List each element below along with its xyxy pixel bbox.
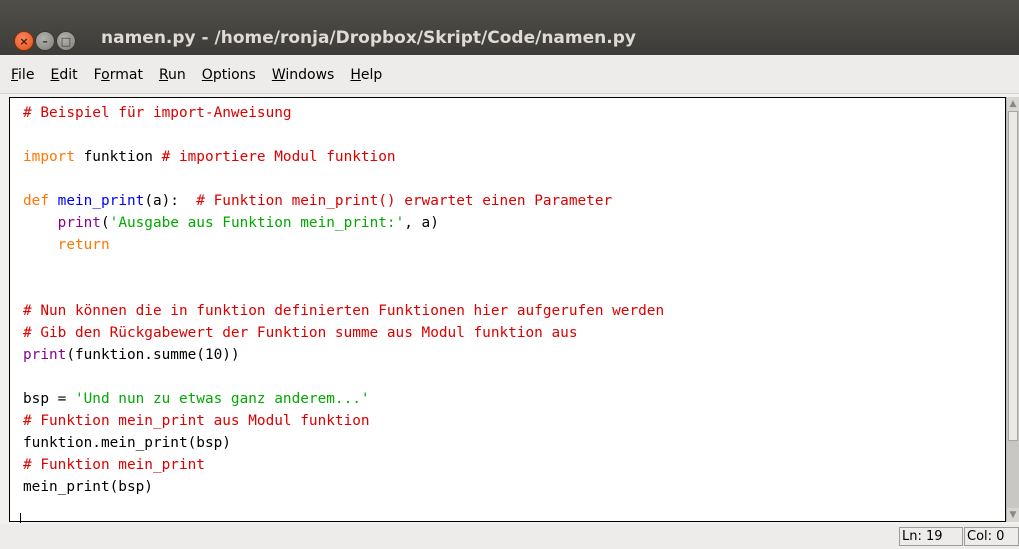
menu-item-text: ptions [212,66,256,83]
menu-item-3[interactable]: Format [91,65,146,85]
scroll-down-arrow-icon[interactable]: ▼ [1007,508,1019,522]
code-token-comment: # Funktion mein_print aus Modul funktion [23,413,370,429]
scroll-thumb[interactable] [1008,111,1018,441]
code-token-string: 'Ausgabe aus Funktion mein_print:' [109,215,405,231]
code-token-normal: funktion.mein_print(bsp) [23,435,231,451]
code-line: # Funktion mein_print aus Modul funktion [23,410,664,432]
menu-mnemonic: R [158,66,169,83]
menu-item-2[interactable]: Edit [47,65,80,85]
window-maximize-button[interactable]: □ [56,31,76,51]
menu-item-text: F [93,66,102,83]
text-cursor [20,513,21,523]
menu-item-7[interactable]: Help [347,65,385,85]
code-line: return [23,234,664,256]
code-line: print(funktion.summe(10)) [23,344,664,366]
code-line: # Beispiel für import-Anweisung [23,102,664,124]
code-token-normal: bsp = [23,391,75,407]
menu-mnemonic: W [271,66,286,83]
menu-item-text: indows [285,66,335,83]
code-token-normal [23,237,58,253]
code-line: # Funktion mein_print [23,454,664,476]
code-token-string: 'Und nun zu etwas ganz anderem...' [74,391,370,407]
menu-bar: File Edit Format Run Options Windows Help [0,56,1019,94]
menu-item-5[interactable]: Options [199,65,259,85]
minimize-icon: – [42,34,48,48]
code-token-keyword: def [23,193,49,209]
code-line: funktion.mein_print(bsp) [23,432,664,454]
code-line: mein_print(bsp) [23,476,664,498]
code-token-normal: funktion [74,149,162,165]
code-text-area[interactable]: # Beispiel für import-Anweisung import fu… [23,102,664,498]
code-token-comment: # importiere Modul funktion [161,149,396,165]
code-token-comment: # Gib den Rückgabewert der Funktion summ… [23,325,578,341]
code-token-normal: ( [100,215,110,231]
menu-item-4[interactable]: Run [156,65,189,85]
code-line: import funktion # importiere Modul funkt… [23,146,664,168]
menu-mnemonic: H [350,66,361,83]
menu-item-text: elp [360,66,383,83]
code-token-keyword: return [57,237,110,253]
window-close-button[interactable]: × [14,31,34,51]
code-token-normal: , a) [404,215,439,231]
status-bar: Ln: 19 Col: 0 [0,524,1019,549]
vertical-scrollbar[interactable]: ▲ ▼ [1006,97,1019,522]
code-token-comment: # Beispiel für import-Anweisung [23,105,292,121]
column-number-indicator: Col: 0 [964,527,1019,546]
scroll-up-arrow-icon[interactable]: ▲ [1007,97,1019,111]
menu-item-text: ile [18,66,35,83]
menu-mnemonic: O [201,66,213,83]
window-title: namen.py - /home/ronja/Dropbox/Skript/Co… [101,28,636,48]
code-line: # Nun können die in funktion definierten… [23,300,664,322]
menu-item-text: dit [59,66,78,83]
menu-item-6[interactable]: Windows [269,65,338,85]
code-editor[interactable]: # Beispiel für import-Anweisung import fu… [9,97,1006,522]
code-line: bsp = 'Und nun zu etwas ganz anderem...' [23,388,664,410]
window-minimize-button[interactable]: – [35,31,55,51]
code-token-normal [49,193,58,209]
code-token-builtin: print [23,347,67,363]
code-token-builtin: print [57,215,101,231]
title-bar: × – □ namen.py - /home/ronja/Dropbox/Skr… [0,0,1019,55]
code-token-normal: (funktion.summe(10)) [66,347,240,363]
code-token-comment: # Funktion mein_print [23,457,205,473]
code-token-normal: mein_print(bsp) [23,479,153,495]
scroll-track[interactable] [1007,111,1019,508]
menu-mnemonic: E [50,66,60,83]
code-line: print('Ausgabe aus Funktion mein_print:'… [23,212,664,234]
menu-mnemonic: F [11,66,19,83]
close-icon: × [19,34,29,48]
line-number-indicator: Ln: 19 [899,527,963,546]
code-token-comment: # Funktion mein_print() erwartet einen P… [196,193,613,209]
menu-item-1[interactable]: File [8,65,37,85]
code-token-normal: (a): [144,193,197,209]
maximize-icon: □ [60,34,72,48]
code-token-comment: # Nun können die in funktion definierten… [23,303,665,319]
menu-mnemonic: o [101,66,110,83]
menu-item-text: un [168,66,186,83]
code-line: # Gib den Rückgabewert der Funktion summ… [23,322,664,344]
code-token-normal [23,215,58,231]
code-line: def mein_print(a): # Funktion mein_print… [23,190,664,212]
code-token-def: mein_print [57,193,145,209]
code-token-keyword: import [23,149,75,165]
menu-item-text: rmat [109,66,143,83]
